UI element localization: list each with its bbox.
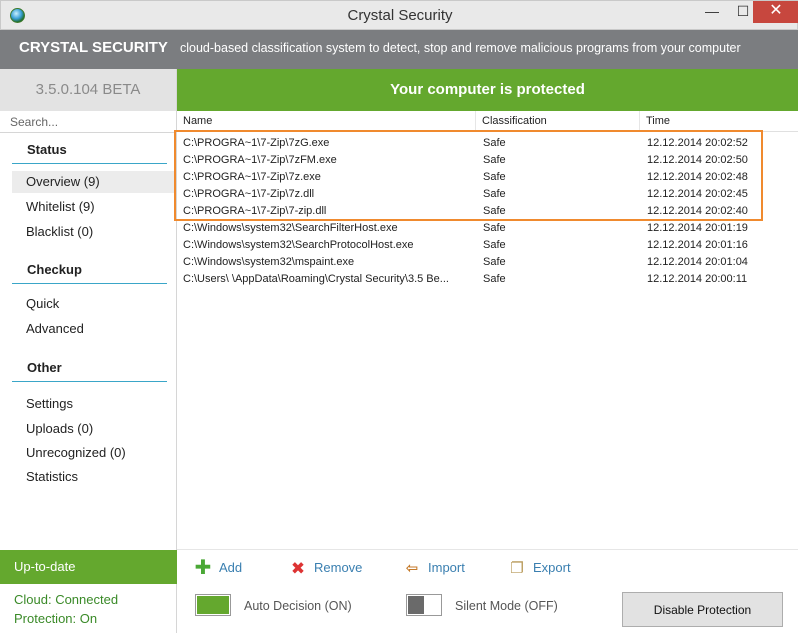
- sidebar-item-settings[interactable]: Settings: [12, 393, 176, 415]
- cell-classification: Safe: [483, 256, 506, 268]
- cell-classification: Safe: [483, 239, 506, 251]
- cell-time: 12.12.2014 20:01:16: [647, 239, 748, 251]
- close-button[interactable]: ✕: [753, 1, 798, 23]
- sidebar-item-unrecognized[interactable]: Unrecognized (0): [12, 442, 176, 464]
- cell-time: 12.12.2014 20:02:45: [647, 188, 748, 200]
- cell-name: C:\PROGRA~1\7-Zip\7z.exe: [183, 171, 321, 183]
- table-row[interactable]: C:\PROGRA~1\7-Zip\7z.exe Safe 12.12.2014 2…: [177, 169, 798, 186]
- cell-name: C:\Users\ \AppData\Roaming\Crystal Secur…: [183, 273, 449, 285]
- cell-time: 12.12.2014 20:02:50: [647, 154, 748, 166]
- title-bar: Crystal Security — ☐ ✕: [0, 0, 798, 30]
- silent-mode-label: Silent Mode (OFF): [455, 599, 558, 613]
- cell-time: 12.12.2014 20:01:04: [647, 256, 748, 268]
- plus-icon: ✚: [194, 556, 212, 579]
- x-icon: ✖: [290, 558, 306, 578]
- cell-classification: Safe: [483, 273, 506, 285]
- brand-name: CRYSTAL SECURITY: [19, 39, 168, 56]
- minimize-button[interactable]: —: [698, 1, 726, 23]
- sidebar-item-blacklist[interactable]: Blacklist (0): [12, 221, 176, 243]
- section-other-heading: Other: [12, 360, 167, 382]
- sidebar-item-quick[interactable]: Quick: [12, 293, 176, 315]
- cell-name: C:\Windows\system32\SearchFilterHost.exe: [183, 222, 398, 234]
- tagline: cloud-based classification system to det…: [180, 41, 741, 55]
- cell-time: 12.12.2014 20:02:48: [647, 171, 748, 183]
- import-button[interactable]: ⇦ Import: [402, 559, 465, 579]
- cloud-status: Cloud: Connected: [14, 592, 119, 607]
- table-row[interactable]: C:\Windows\system32\SearchProtocolHost.e…: [177, 237, 798, 254]
- sidebar-item-overview[interactable]: Overview (9): [12, 171, 176, 193]
- import-icon: ⇦: [405, 559, 419, 577]
- cell-name: C:\Windows\system32\SearchProtocolHost.e…: [183, 239, 414, 251]
- add-label: Add: [219, 560, 243, 575]
- search-input[interactable]: [0, 111, 176, 133]
- protection-banner: Your computer is protected: [177, 69, 798, 111]
- protection-status: Protection: On: [14, 611, 98, 626]
- cell-classification: Safe: [483, 154, 506, 166]
- export-button[interactable]: ❐ Export: [507, 559, 571, 579]
- cell-classification: Safe: [483, 137, 506, 149]
- update-status-badge: Up-to-date: [0, 550, 177, 584]
- cell-name: C:\PROGRA~1\7-Zip\7z.dll: [183, 188, 315, 200]
- table-row[interactable]: C:\Windows\system32\SearchFilterHost.exe…: [177, 220, 798, 237]
- sidebar-item-advanced[interactable]: Advanced: [12, 318, 176, 340]
- column-classification-header[interactable]: Classification: [476, 111, 640, 132]
- sidebar-item-whitelist[interactable]: Whitelist (9): [12, 196, 176, 218]
- table-row[interactable]: C:\PROGRA~1\7-Zip\7z.dll Safe 12.12.2014 2…: [177, 186, 798, 203]
- remove-button[interactable]: ✖ Remove: [288, 558, 363, 579]
- cell-time: 12.12.2014 20:01:19: [647, 222, 748, 234]
- cell-time: 12.12.2014 20:02:40: [647, 205, 748, 217]
- window-title: Crystal Security: [347, 7, 453, 24]
- export-label: Export: [533, 560, 571, 575]
- section-status-heading: Status: [12, 142, 167, 164]
- cell-classification: Safe: [483, 188, 506, 200]
- cell-time: 12.12.2014 20:00:11: [647, 273, 748, 285]
- file-table: Name Classification Time C:\PROGRA~1\7-Z…: [177, 111, 798, 549]
- table-row[interactable]: C:\Windows\system32\mspaint.exe Safe 12.12…: [177, 254, 798, 271]
- table-row[interactable]: C:\PROGRA~1\7-Zip\7-zip.dll Safe 12.12.201…: [177, 203, 798, 220]
- column-time-header[interactable]: Time: [640, 111, 798, 132]
- sidebar-item-statistics[interactable]: Statistics: [12, 466, 176, 488]
- cell-name: C:\PROGRA~1\7-Zip\7zFM.exe: [183, 154, 337, 166]
- section-checkup-heading: Checkup: [12, 262, 167, 284]
- auto-decision-toggle[interactable]: [195, 594, 231, 616]
- table-header: Name Classification Time: [177, 111, 798, 132]
- action-toolbar: ✚ Add ✖ Remove ⇦ Import ❐ Export: [177, 549, 798, 585]
- export-icon: ❐: [510, 559, 524, 577]
- cell-classification: Safe: [483, 171, 506, 183]
- import-label: Import: [428, 560, 465, 575]
- disable-protection-button[interactable]: Disable Protection: [622, 592, 783, 627]
- table-row[interactable]: C:\PROGRA~1\7-Zip\7zFM.exe Safe 12.12.2014…: [177, 152, 798, 169]
- sidebar-item-uploads[interactable]: Uploads (0): [12, 418, 176, 440]
- table-row[interactable]: C:\PROGRA~1\7-Zip\7zG.exe Safe 12.12.2014 …: [177, 135, 798, 152]
- cell-classification: Safe: [483, 222, 506, 234]
- sidebar: 3.5.0.104 BETA Status Overview (9) White…: [0, 69, 177, 633]
- cell-time: 12.12.2014 20:02:52: [647, 137, 748, 149]
- auto-decision-label: Auto Decision (ON): [244, 599, 352, 613]
- cell-classification: Safe: [483, 205, 506, 217]
- add-button[interactable]: ✚ Add: [193, 556, 243, 579]
- cell-name: C:\PROGRA~1\7-Zip\7-zip.dll: [183, 205, 327, 217]
- cell-name: C:\PROGRA~1\7-Zip\7zG.exe: [183, 137, 330, 149]
- app-header: CRYSTAL SECURITY cloud-based classificat…: [0, 30, 798, 69]
- column-name-header[interactable]: Name: [177, 111, 476, 132]
- silent-mode-toggle[interactable]: [406, 594, 442, 616]
- remove-label: Remove: [314, 560, 363, 575]
- table-row[interactable]: C:\Users\ \AppData\Roaming\Crystal Secur…: [177, 271, 798, 288]
- cell-name: C:\Windows\system32\mspaint.exe: [183, 256, 355, 268]
- version-label: 3.5.0.104 BETA: [0, 69, 176, 111]
